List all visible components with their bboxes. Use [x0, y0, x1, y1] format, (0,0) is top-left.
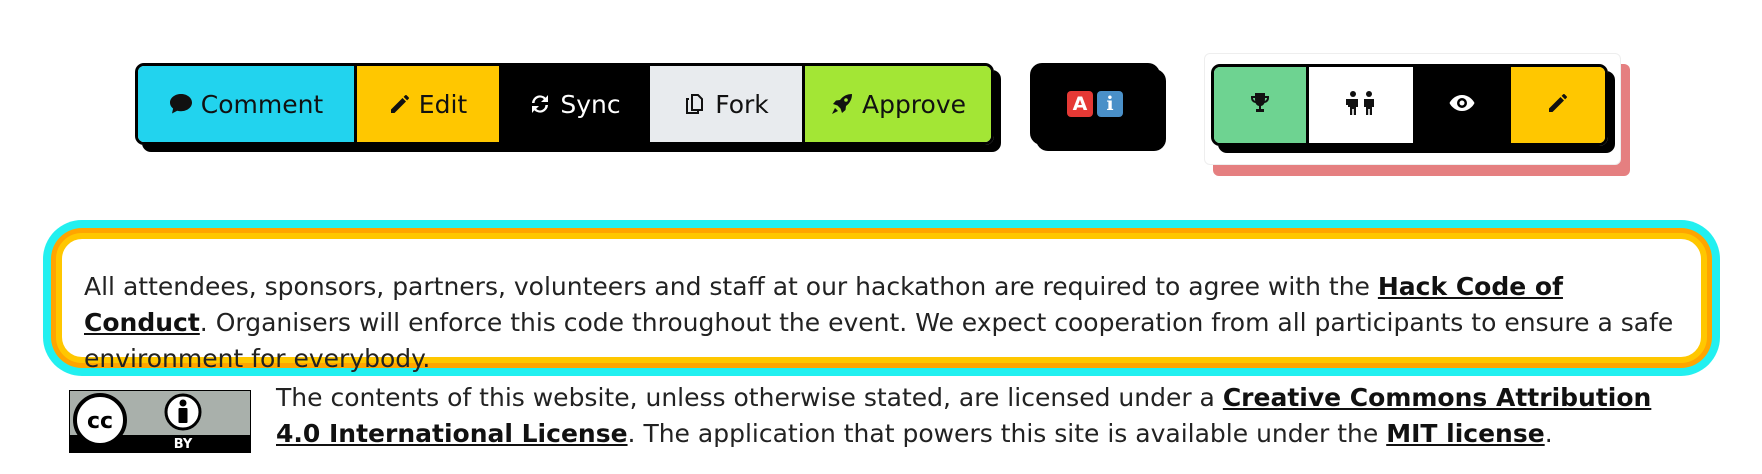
edit-button[interactable]: Edit	[354, 66, 499, 142]
pencil-icon	[389, 93, 411, 115]
people-icon	[1344, 90, 1378, 120]
code-of-conduct-panel: All attendees, sponsors, partners, volun…	[56, 233, 1707, 373]
approve-button[interactable]: Approve	[802, 66, 991, 142]
edit-label: Edit	[418, 89, 468, 119]
letter-a-icon: A	[1067, 91, 1093, 117]
mit-license-link[interactable]: MIT license	[1386, 419, 1544, 448]
sync-icon	[528, 92, 552, 116]
sync-button[interactable]: Sync	[499, 66, 650, 142]
info-icon: i	[1097, 91, 1123, 117]
trophy-icon	[1248, 91, 1272, 119]
edit-icon-button[interactable]	[1511, 67, 1605, 143]
copy-icon	[683, 92, 707, 116]
trophy-button[interactable]	[1214, 67, 1306, 143]
cc-by-logo-icon: cc BY	[70, 391, 250, 452]
approve-label: Approve	[861, 89, 967, 119]
action-toolbar: Comment Edit Sync Fork Approve	[135, 63, 994, 145]
comment-label: Comment	[200, 89, 324, 119]
rocket-icon	[830, 92, 854, 116]
icon-toolbar-card	[1204, 53, 1621, 165]
icon-toolbar	[1211, 64, 1608, 146]
pencil-icon	[1547, 92, 1569, 118]
view-button[interactable]	[1413, 67, 1511, 143]
sync-label: Sync	[560, 89, 621, 119]
eye-icon	[1448, 93, 1476, 117]
license-notice: The contents of this website, unless oth…	[276, 380, 1696, 452]
ai-info-toolbar: A i	[1030, 63, 1160, 145]
comment-icon	[169, 93, 193, 115]
cc-mark: cc	[87, 409, 113, 434]
conduct-text-start: All attendees, sponsors, partners, volun…	[84, 272, 1378, 301]
ai-info-button[interactable]: A i	[1033, 66, 1157, 142]
conduct-text-end: . Organisers will enforce this code thro…	[84, 308, 1674, 373]
fork-label: Fork	[715, 89, 769, 119]
comment-button[interactable]: Comment	[138, 66, 354, 142]
team-button[interactable]	[1306, 67, 1413, 143]
by-mark: BY	[174, 437, 193, 452]
fork-button[interactable]: Fork	[650, 66, 802, 142]
license-text-middle: . The application that powers this site …	[627, 419, 1387, 448]
cc-by-license-badge[interactable]: cc BY	[69, 390, 251, 453]
license-text-end: .	[1544, 419, 1553, 448]
license-text-start: The contents of this website, unless oth…	[276, 383, 1223, 412]
